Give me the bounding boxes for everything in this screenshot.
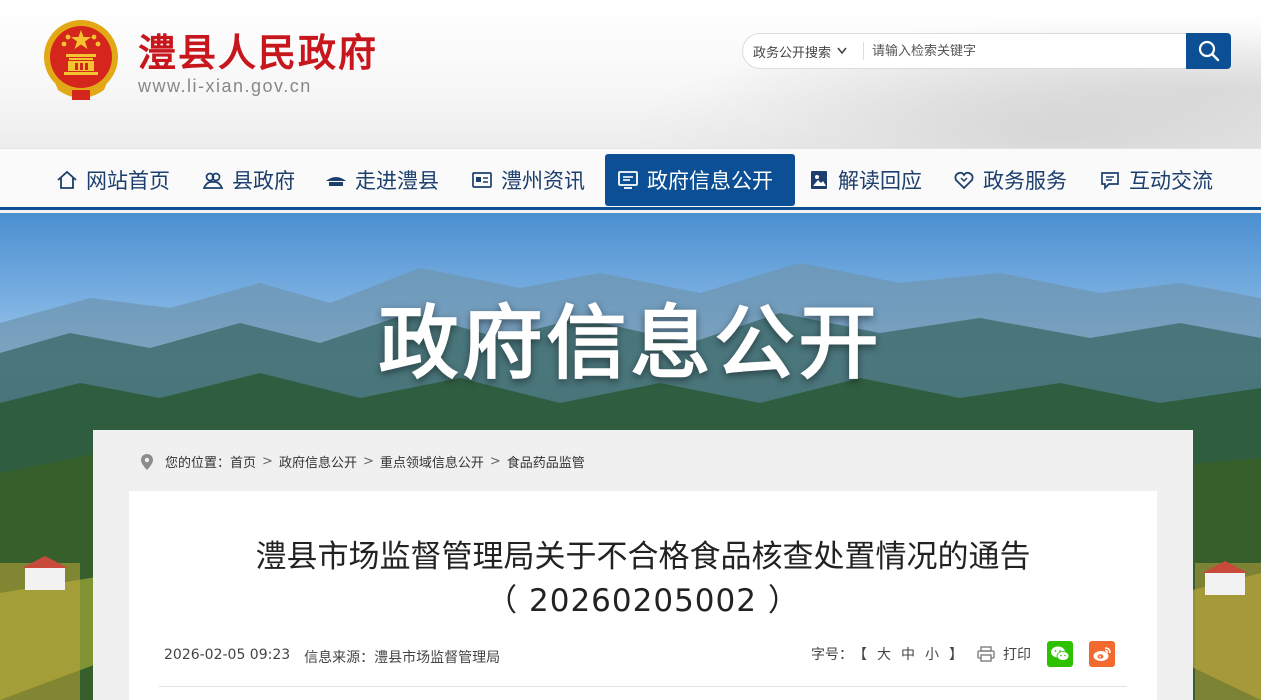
search-scope-select[interactable]: 政务公开搜索: [743, 42, 863, 61]
article-date: 2026-02-05 09:23: [164, 647, 291, 663]
share-weibo-button[interactable]: [1089, 641, 1115, 667]
nav-item-label: 解读回应: [838, 169, 922, 193]
ink-wash-decoration: [561, 0, 1261, 148]
site-url: www.li-xian.gov.cn: [138, 76, 312, 96]
breadcrumb-separator: >: [489, 454, 501, 469]
font-size-small[interactable]: 小: [925, 644, 939, 664]
nav-item-lizhou-news[interactable]: 澧州资讯: [459, 154, 597, 206]
nav-item-label: 政务服务: [983, 169, 1067, 193]
chevron-down-icon: [837, 47, 847, 55]
article-tools: 字号： 【 大 中 小 】 打印: [811, 641, 1115, 667]
font-size-bracket-close: 】: [949, 647, 963, 663]
font-size-large[interactable]: 大: [877, 644, 891, 664]
nav-item-label: 政府信息公开: [647, 169, 773, 193]
site-header: 澧县人民政府 www.li-xian.gov.cn 政务公开搜索: [0, 0, 1261, 148]
breadcrumb: 您的位置： 首页 > 政府信息公开 > 重点领域信息公开 > 食品药品监管: [141, 452, 585, 471]
share-wechat-button[interactable]: [1047, 641, 1073, 667]
font-size-medium[interactable]: 中: [901, 644, 915, 664]
article-doc-number: （ 20260205002 ）: [486, 583, 800, 619]
home-icon: [57, 170, 77, 189]
location-pin-icon: [141, 453, 153, 470]
nav-item-label: 澧州资讯: [501, 169, 585, 193]
chat-icon: [1101, 172, 1119, 191]
meta-divider: [159, 686, 1127, 687]
heart-icon: [954, 171, 974, 190]
national-emblem-icon[interactable]: [42, 18, 120, 102]
nav-item-interaction[interactable]: 互动交流: [1087, 154, 1225, 206]
breadcrumb-item-gov-info[interactable]: 政府信息公开: [279, 452, 357, 471]
landmark-icon: [326, 177, 346, 186]
wechat-icon: [1051, 646, 1070, 661]
article-card: 澧县市场监督管理局关于不合格食品核查处置情况的通告 （ 20260205002 …: [129, 491, 1157, 700]
nav-item-home[interactable]: 网站首页: [44, 154, 182, 206]
nav-item-gov-info-disclosure[interactable]: 政府信息公开: [605, 154, 795, 206]
printer-icon: [977, 646, 995, 662]
nav-item-gov-services[interactable]: 政务服务: [941, 154, 1079, 206]
weibo-icon: [1093, 647, 1111, 661]
people-icon: [202, 172, 224, 189]
nav-item-about-lixian[interactable]: 走进澧县: [313, 154, 451, 206]
print-label: 打印: [1003, 647, 1031, 663]
breadcrumb-separator: >: [362, 454, 374, 469]
search-icon: [1198, 40, 1219, 62]
site-title[interactable]: 澧县人民政府: [138, 22, 378, 77]
search-bar: 政务公开搜索: [742, 33, 1231, 69]
main-nav: 网站首页 县政府 走进澧县 澧州资讯 政府信息公开 解读回应 政务服务 互动交流: [0, 148, 1261, 210]
breadcrumb-prefix: 您的位置：: [165, 456, 231, 471]
nav-item-interpretation[interactable]: 解读回应: [796, 154, 934, 206]
print-button[interactable]: 打印: [977, 644, 1031, 664]
nav-item-county-gov[interactable]: 县政府: [190, 154, 307, 206]
news-icon: [472, 172, 492, 188]
breadcrumb-item-food-drug[interactable]: 食品药品监管: [507, 452, 585, 471]
search-input[interactable]: [864, 43, 1186, 59]
breadcrumb-item-key-areas[interactable]: 重点领域信息公开: [380, 452, 484, 471]
article-meta: 2026-02-05 09:23 信息来源：澧县市场监督管理局: [164, 647, 500, 667]
monitor-icon: [618, 171, 638, 189]
nav-item-label: 县政府: [232, 169, 295, 193]
breadcrumb-item-home[interactable]: 首页: [230, 452, 256, 471]
banner-title: 政府信息公开: [378, 297, 883, 390]
breadcrumb-separator: >: [262, 454, 273, 469]
search-button[interactable]: [1186, 33, 1231, 69]
font-size-options: 大 中 小: [877, 644, 939, 664]
nav-item-label: 互动交流: [1129, 169, 1213, 193]
nav-item-label: 走进澧县: [355, 169, 439, 193]
nav-item-label: 网站首页: [86, 169, 170, 193]
article-source: 信息来源：澧县市场监督管理局: [304, 650, 501, 666]
image-icon: [811, 171, 827, 189]
font-size-label: 字号：: [811, 647, 853, 663]
article-title: 澧县市场监督管理局关于不合格食品核查处置情况的通告: [255, 539, 1031, 575]
font-size-bracket-open: 【: [853, 647, 867, 663]
search-scope-label: 政务公开搜索: [753, 45, 832, 61]
content-panel: 您的位置： 首页 > 政府信息公开 > 重点领域信息公开 > 食品药品监管 澧县…: [93, 430, 1193, 700]
